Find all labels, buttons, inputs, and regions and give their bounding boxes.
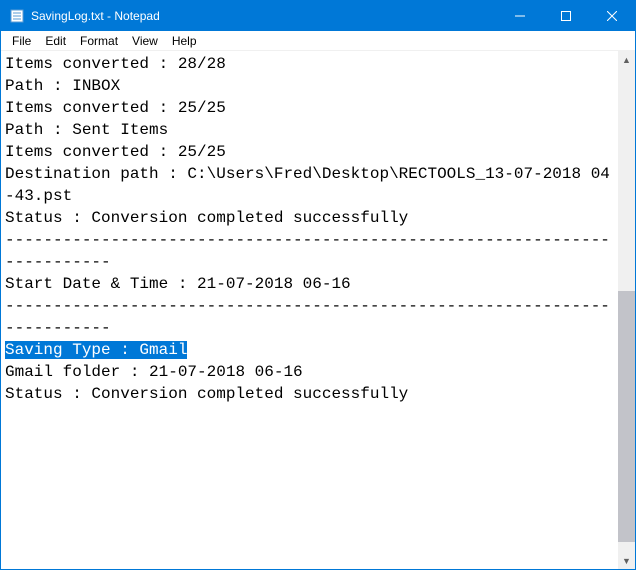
text-line: Gmail folder : 21-07-2018 06-16 [5, 361, 614, 383]
scroll-thumb[interactable] [618, 291, 635, 543]
text-line: Items converted : 25/25 [5, 97, 614, 119]
menu-edit[interactable]: Edit [38, 32, 73, 50]
menu-format[interactable]: Format [73, 32, 125, 50]
scroll-up-arrow-icon[interactable]: ▲ [618, 51, 635, 68]
menubar: File Edit Format View Help [1, 31, 635, 51]
minimize-button[interactable] [497, 1, 543, 31]
notepad-icon [9, 8, 25, 24]
text-line: Items converted : 25/25 [5, 141, 614, 163]
menu-file[interactable]: File [5, 32, 38, 50]
text-line: ----------------------------------------… [5, 229, 614, 273]
text-line: Saving Type : Gmail [5, 339, 614, 361]
text-area[interactable]: Items converted : 28/28Path : INBOXItems… [1, 51, 618, 569]
close-button[interactable] [589, 1, 635, 31]
text-line: Path : Sent Items [5, 119, 614, 141]
scroll-track[interactable] [618, 68, 635, 552]
vertical-scrollbar[interactable]: ▲ ▼ [618, 51, 635, 569]
content-wrap: Items converted : 28/28Path : INBOXItems… [1, 51, 635, 569]
scroll-down-arrow-icon[interactable]: ▼ [618, 552, 635, 569]
selected-text: Saving Type : Gmail [5, 341, 187, 359]
text-line: Path : INBOX [5, 75, 614, 97]
window-title: SavingLog.txt - Notepad [31, 9, 160, 23]
text-line: Items converted : 28/28 [5, 53, 614, 75]
menu-help[interactable]: Help [165, 32, 204, 50]
text-line: Status : Conversion completed successful… [5, 383, 614, 405]
menu-view[interactable]: View [125, 32, 165, 50]
text-line: Status : Conversion completed successful… [5, 207, 614, 229]
text-line: Destination path : C:\Users\Fred\Desktop… [5, 163, 614, 207]
maximize-button[interactable] [543, 1, 589, 31]
titlebar[interactable]: SavingLog.txt - Notepad [1, 1, 635, 31]
text-line: Start Date & Time : 21-07-2018 06-16 [5, 273, 614, 295]
text-line: ----------------------------------------… [5, 295, 614, 339]
